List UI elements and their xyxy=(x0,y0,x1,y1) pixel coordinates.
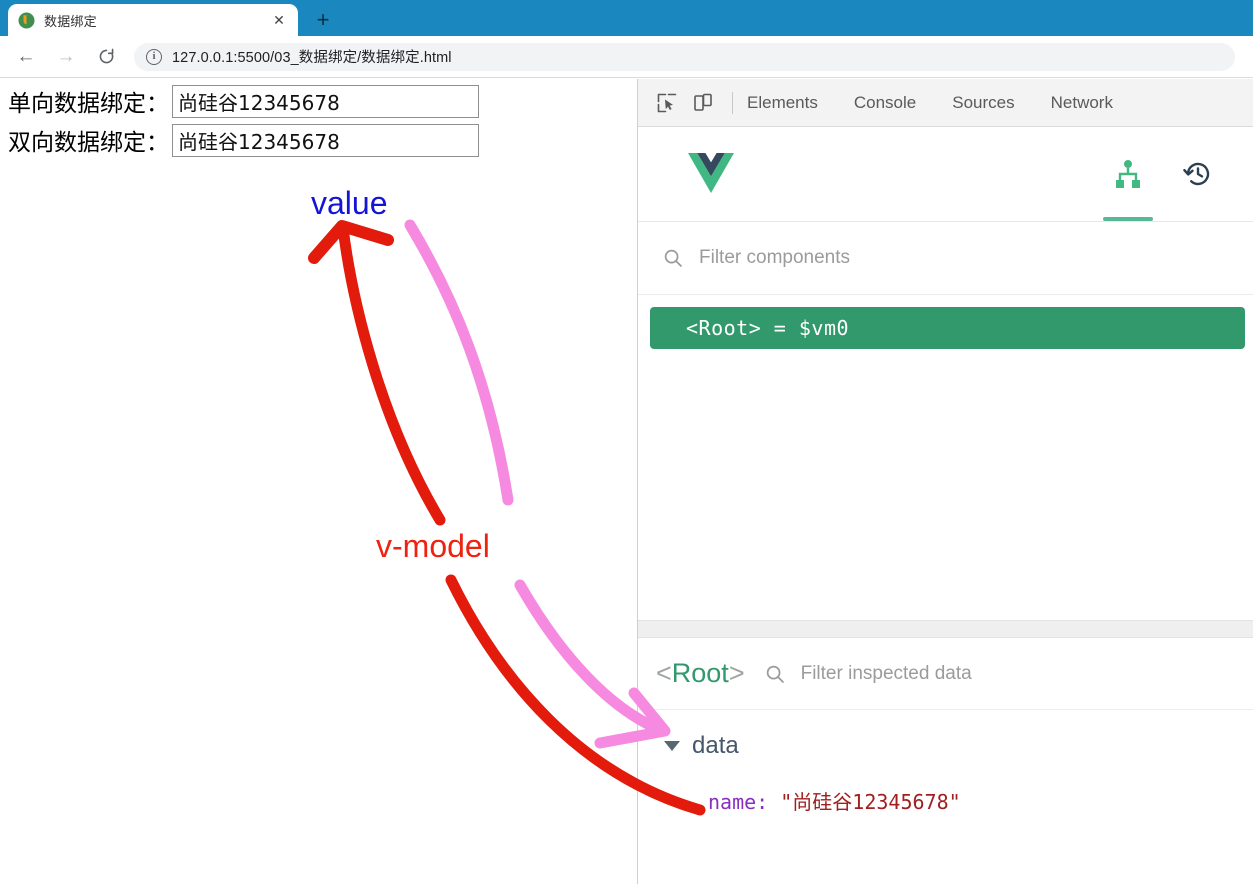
vue-header-actions xyxy=(1093,127,1233,221)
inspector-header: <Root> Filter inspected data xyxy=(638,638,1253,710)
two-way-binding-input[interactable] xyxy=(172,123,479,157)
toolbar-divider xyxy=(732,91,733,114)
one-way-binding-label: 单向数据绑定： xyxy=(8,91,169,117)
caret-down-icon[interactable] xyxy=(664,741,680,751)
vue-devtools-header xyxy=(638,127,1253,222)
tab-title: 数据绑定 xyxy=(44,13,97,29)
component-tree: <Root> = $vm0 xyxy=(638,295,1253,620)
history-clock-icon[interactable] xyxy=(1163,127,1233,221)
inspected-data: data name: "尚硅谷12345678" xyxy=(638,710,1253,815)
tab-sources[interactable]: Sources xyxy=(952,93,1014,113)
tab-strip: 数据绑定 ✕ + xyxy=(0,0,1253,36)
inspect-element-icon[interactable] xyxy=(652,88,682,118)
one-way-binding-row: 单向数据绑定： xyxy=(0,84,637,118)
data-section-header[interactable]: data xyxy=(638,732,1253,760)
data-property-value: "尚硅谷12345678" xyxy=(780,790,961,814)
tab-console[interactable]: Console xyxy=(854,93,916,113)
vue-logo-icon xyxy=(688,153,734,195)
search-icon xyxy=(765,664,785,684)
data-property-key: name xyxy=(708,790,757,814)
close-icon[interactable]: ✕ xyxy=(270,11,288,29)
two-way-binding-row: 双向数据绑定： xyxy=(0,123,637,157)
arrow-right-icon[interactable]: → xyxy=(52,43,80,71)
search-icon xyxy=(663,248,683,268)
plus-icon[interactable]: + xyxy=(308,6,338,34)
info-circle-icon[interactable]: i xyxy=(146,48,162,65)
web-page-content: 单向数据绑定： 双向数据绑定： xyxy=(0,79,637,884)
one-way-binding-input[interactable] xyxy=(172,84,479,118)
tab-network[interactable]: Network xyxy=(1051,93,1113,113)
inspected-component-name: <Root> xyxy=(656,658,745,688)
data-property-colon: : xyxy=(756,790,769,814)
address-bar[interactable]: i 127.0.0.1:5500/03_数据绑定/数据绑定.html xyxy=(134,42,1235,71)
browser-toolbar: ← → i 127.0.0.1:5500/03_数据绑定/数据绑定.html xyxy=(0,36,1253,78)
vue-circle-favicon xyxy=(18,12,35,29)
address-bar-url: 127.0.0.1:5500/03_数据绑定/数据绑定.html xyxy=(172,50,452,66)
data-section-label: data xyxy=(692,732,739,759)
component-tree-icon[interactable] xyxy=(1093,127,1163,221)
component-filter-bar[interactable]: Filter components xyxy=(638,222,1253,295)
browser-tab[interactable]: 数据绑定 ✕ xyxy=(8,4,298,36)
reload-icon[interactable] xyxy=(92,43,120,71)
device-toolbar-icon[interactable] xyxy=(688,88,718,118)
arrow-left-icon[interactable]: ← xyxy=(12,43,40,71)
component-tree-row-root[interactable]: <Root> = $vm0 xyxy=(650,307,1245,349)
tab-elements[interactable]: Elements xyxy=(747,93,818,113)
browser-window: 数据绑定 ✕ + ← → i 127.0.0.1:5500/03_数据绑定/数据… xyxy=(0,0,1253,884)
data-property-name-row[interactable]: name: "尚硅谷12345678" xyxy=(638,786,1253,815)
devtools-panel: Elements Console Sources Network Filter … xyxy=(637,79,1253,884)
two-way-binding-label: 双向数据绑定： xyxy=(8,130,169,156)
component-filter-placeholder: Filter components xyxy=(699,247,851,268)
inspected-data-filter-placeholder[interactable]: Filter inspected data xyxy=(801,663,972,685)
component-tree-row-label: <Root> = $vm0 xyxy=(686,316,850,340)
panel-splitter[interactable] xyxy=(638,620,1253,638)
devtools-toolbar: Elements Console Sources Network xyxy=(638,79,1253,127)
